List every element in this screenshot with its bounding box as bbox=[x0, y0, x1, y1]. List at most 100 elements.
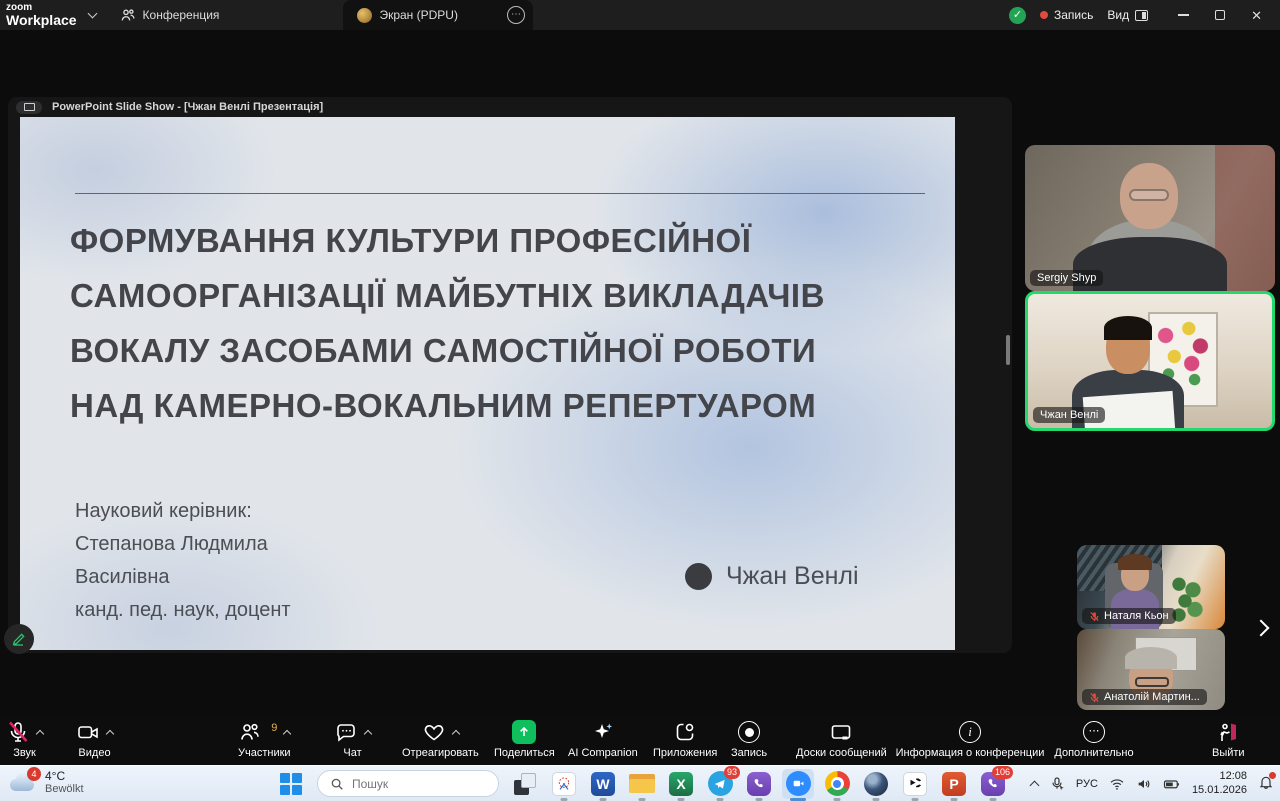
word-button[interactable]: W bbox=[590, 771, 616, 797]
task-view-button[interactable] bbox=[512, 771, 538, 797]
meeting-info-button[interactable]: i Информация о конференции bbox=[895, 718, 1045, 759]
taskbar-clock[interactable]: 12:08 15.01.2026 bbox=[1192, 770, 1247, 798]
participants-button[interactable]: 9 Участники bbox=[238, 718, 291, 759]
weather-condition: Bewölkt bbox=[45, 783, 84, 795]
ppt-title-bar: PowerPoint Slide Show - [Чжан Венлі През… bbox=[8, 97, 1012, 117]
shared-powerpoint-window: PowerPoint Slide Show - [Чжан Венлі През… bbox=[8, 97, 1012, 653]
slide-title-line: ВОКАЛУ ЗАСОБАМИ САМОСТІЙНОЇ РОБОТИ bbox=[70, 323, 825, 378]
video-tile-natalya-kon[interactable]: Наталя Кьон bbox=[1077, 545, 1225, 629]
share-label: Поделиться bbox=[494, 747, 555, 759]
mic-muted-icon bbox=[6, 720, 30, 744]
close-icon[interactable]: ✕ bbox=[1251, 9, 1262, 22]
ppt-scrollbar-thumb[interactable] bbox=[1006, 335, 1010, 365]
windows-logo-icon bbox=[280, 773, 302, 795]
supervisor-line: Василівна bbox=[75, 561, 291, 594]
volume-icon[interactable] bbox=[1136, 776, 1152, 792]
whiteboard-icon bbox=[829, 720, 853, 744]
tab-more-icon[interactable]: ⋯ bbox=[507, 6, 525, 24]
react-label: Отреагировать bbox=[402, 747, 479, 759]
window-controls: ✕ bbox=[1178, 9, 1270, 22]
recording-label: Запись bbox=[1054, 8, 1093, 22]
slide-title-line: САМООРГАНІЗАЦІЇ МАЙБУТНІХ ВИКЛАДАЧІВ bbox=[70, 268, 825, 323]
video-tile-chzhan-venli-active-speaker[interactable]: Чжан Венлі bbox=[1025, 291, 1275, 431]
layout-view-icon bbox=[1135, 10, 1148, 21]
search-input[interactable] bbox=[352, 777, 472, 791]
react-options-chevron-icon[interactable] bbox=[452, 730, 460, 738]
globe-app-button[interactable] bbox=[863, 771, 889, 797]
slide-divider-line bbox=[75, 193, 925, 194]
share-screen-button[interactable]: Поделиться bbox=[494, 718, 555, 759]
video-label: Видео bbox=[78, 747, 110, 759]
more-ellipsis-icon: ⋯ bbox=[1083, 721, 1105, 743]
clock-date: 15.01.2026 bbox=[1192, 784, 1247, 798]
task-view-icon bbox=[514, 773, 536, 795]
chat-button[interactable]: Чат bbox=[334, 718, 371, 759]
people-icon bbox=[120, 7, 136, 23]
video-options-chevron-icon[interactable] bbox=[106, 730, 114, 738]
zoom-workplace-logo: zoom Workplace bbox=[0, 3, 77, 27]
participants-label: Участники bbox=[238, 747, 291, 759]
ai-companion-button[interactable]: AI Companion bbox=[568, 718, 638, 759]
logo-text-workplace: Workplace bbox=[6, 13, 77, 27]
audio-options-chevron-icon[interactable] bbox=[36, 730, 44, 738]
notifications-bell[interactable] bbox=[1258, 774, 1274, 795]
maximize-icon[interactable] bbox=[1215, 10, 1225, 20]
weather-widget[interactable]: 4 4°C Bewölkt bbox=[8, 769, 84, 795]
hidden-icons-chevron-icon[interactable] bbox=[1029, 781, 1039, 791]
slideshow-monitor-icon[interactable] bbox=[16, 101, 42, 114]
react-button[interactable]: Отреагировать bbox=[402, 718, 479, 759]
word-icon: W bbox=[591, 772, 615, 796]
notification-dot bbox=[1269, 772, 1276, 779]
apps-button[interactable]: Приложения bbox=[653, 718, 717, 759]
powerpoint-icon: P bbox=[942, 772, 966, 796]
leave-label: Выйти bbox=[1212, 747, 1245, 759]
viber-2-button[interactable]: 106 bbox=[980, 771, 1006, 797]
slide-title-line: ФОРМУВАННЯ КУЛЬТУРИ ПРОФЕСІЙНОЇ bbox=[70, 213, 825, 268]
taskbar-apps: W X 93 bbox=[278, 770, 1006, 797]
annotation-pen-button[interactable] bbox=[4, 624, 34, 654]
powerpoint-button[interactable]: P bbox=[941, 771, 967, 797]
leave-door-icon bbox=[1216, 720, 1240, 744]
excel-button[interactable]: X bbox=[668, 771, 694, 797]
zoom-app-button[interactable] bbox=[785, 771, 811, 797]
language-indicator[interactable]: РУС bbox=[1076, 778, 1098, 790]
capcut-button[interactable] bbox=[902, 771, 928, 797]
wifi-icon[interactable] bbox=[1109, 776, 1125, 792]
recording-indicator[interactable]: Запись bbox=[1040, 8, 1093, 22]
tab-conference[interactable]: Конференция bbox=[106, 0, 234, 30]
taskbar-search[interactable] bbox=[317, 770, 499, 797]
video-tile-anatoliy-martyn[interactable]: Анатолій Мартин... bbox=[1077, 629, 1225, 710]
audio-button[interactable]: Звук bbox=[6, 718, 43, 759]
tab-conference-label: Конференция bbox=[143, 8, 220, 22]
tray-mic-icon[interactable] bbox=[1049, 776, 1065, 792]
pencil-icon bbox=[11, 631, 27, 647]
next-participants-button[interactable] bbox=[1248, 606, 1274, 650]
viber-button[interactable] bbox=[746, 771, 772, 797]
telegram-button[interactable]: 93 bbox=[707, 771, 733, 797]
participant-name: Наталя Кьон bbox=[1104, 610, 1169, 622]
record-button[interactable]: Запись bbox=[731, 718, 767, 759]
file-explorer-button[interactable] bbox=[629, 771, 655, 797]
zoom-meeting-window: zoom Workplace Конференция Экран (PDPU) … bbox=[0, 0, 1280, 801]
start-button[interactable] bbox=[278, 771, 304, 797]
folder-icon bbox=[629, 774, 655, 794]
chrome-button[interactable] bbox=[824, 771, 850, 797]
video-tile-sergiy-shyp[interactable]: Sergiy Shyp bbox=[1025, 145, 1275, 291]
record-icon bbox=[738, 721, 760, 743]
view-button[interactable]: Вид bbox=[1107, 8, 1148, 22]
whiteboards-button[interactable]: Доски сообщений bbox=[796, 718, 887, 759]
more-button[interactable]: ⋯ Дополнительно bbox=[1048, 718, 1140, 759]
chat-options-chevron-icon[interactable] bbox=[364, 730, 372, 738]
video-button[interactable]: Видео bbox=[76, 718, 113, 759]
security-shield-icon[interactable]: ✓ bbox=[1009, 7, 1026, 24]
tab-screen-share[interactable]: Экран (PDPU) ⋯ bbox=[343, 0, 533, 30]
workspace-dropdown-chevron-icon[interactable] bbox=[87, 9, 97, 19]
minimize-icon[interactable] bbox=[1178, 14, 1189, 16]
participants-options-chevron-icon[interactable] bbox=[283, 730, 291, 738]
battery-icon[interactable] bbox=[1163, 776, 1181, 792]
chat-label: Чат bbox=[343, 747, 361, 759]
leave-button[interactable]: Выйти bbox=[1212, 718, 1245, 759]
chat-bubble-icon bbox=[334, 720, 358, 744]
snipping-tool-button[interactable] bbox=[551, 771, 577, 797]
clock-time: 12:08 bbox=[1192, 770, 1247, 784]
